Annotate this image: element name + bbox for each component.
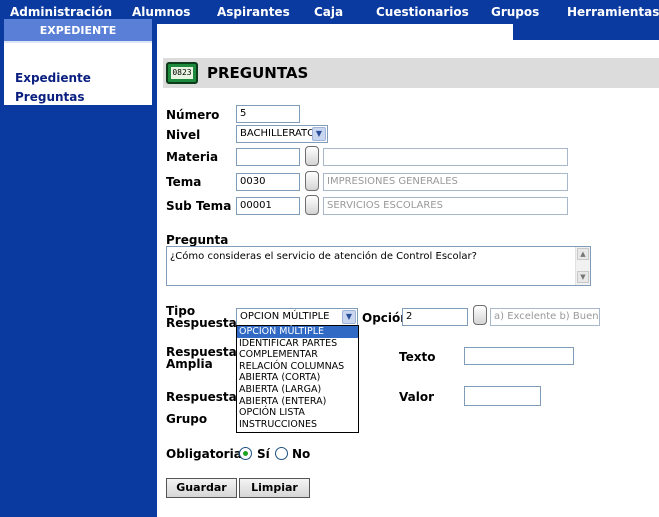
tema-description-field: IMPRESIONES GENERALES xyxy=(323,173,568,191)
scroll-up-icon[interactable]: ▲ xyxy=(577,248,589,260)
tipo-respuesta-select[interactable]: OPCION MÚLTIPLE ▼ xyxy=(236,308,358,326)
nav-caja[interactable]: Caja xyxy=(314,5,343,19)
clear-button[interactable]: Limpiar xyxy=(239,478,310,498)
numero-label: Número xyxy=(166,108,220,122)
opcion-input[interactable]: 2 xyxy=(402,308,468,326)
obligatoria-label: Obligatoria xyxy=(166,447,242,461)
nivel-label: Nivel xyxy=(166,128,201,142)
subtema-lookup-button[interactable] xyxy=(305,195,319,215)
page-title: PREGUNTAS xyxy=(207,64,309,82)
tema-label: Tema xyxy=(166,175,202,189)
opcion-lookup-button[interactable] xyxy=(473,305,487,325)
dropdown-option[interactable]: OPCIÓN LISTA xyxy=(237,407,358,419)
materia-code-input[interactable] xyxy=(236,148,300,166)
sidebar-link-expediente[interactable]: Expediente xyxy=(15,71,91,85)
dropdown-option[interactable]: COMPLEMENTAR xyxy=(237,349,358,361)
subtema-code-input[interactable]: 00001 xyxy=(236,197,300,215)
tipo-respuesta-dropdown: OPCION MÚLTIPLE IDENTIFICAR PARTES COMPL… xyxy=(236,325,359,433)
texto-input[interactable] xyxy=(464,347,574,365)
pregunta-textarea[interactable]: ¿Cómo consideras el servicio de atención… xyxy=(166,246,591,286)
nivel-select-value: BACHILLERATO xyxy=(240,128,316,139)
tipo-respuesta-value: OPCION MÚLTIPLE xyxy=(240,311,330,322)
obligatoria-no-label: No xyxy=(292,447,311,461)
obligatoria-yes-radio[interactable] xyxy=(239,447,252,460)
pregunta-label: Pregunta xyxy=(166,233,229,247)
dropdown-option[interactable]: ABIERTA (ENTERA) xyxy=(237,396,358,408)
nav-administracion[interactable]: Administración xyxy=(10,5,112,19)
grupo-label: Grupo xyxy=(166,412,208,426)
dropdown-option[interactable]: RELACIÓN COLUMNAS xyxy=(237,361,358,373)
chevron-down-icon[interactable]: ▼ xyxy=(312,127,326,141)
tema-lookup-button[interactable] xyxy=(305,171,319,191)
scroll-down-icon[interactable]: ▼ xyxy=(577,271,589,283)
respuesta-type-label: Respuesta xyxy=(166,316,237,330)
dropdown-option[interactable]: ABIERTA (LARGA) xyxy=(237,384,358,396)
amplia-label: Amplia xyxy=(166,357,213,371)
pregunta-text: ¿Cómo consideras el servicio de atención… xyxy=(170,251,477,262)
subtema-description-field: SERVICIOS ESCOLARES xyxy=(323,197,568,215)
dropdown-option[interactable]: OPCION MÚLTIPLE xyxy=(237,326,358,338)
respuesta-label: Respuesta xyxy=(166,390,237,404)
chevron-down-icon[interactable]: ▼ xyxy=(342,310,356,324)
dropdown-option[interactable]: INSTRUCCIONES xyxy=(237,419,358,431)
dropdown-option[interactable]: ABIERTA (CORTA) xyxy=(237,372,358,384)
materia-label: Materia xyxy=(166,150,219,164)
numero-input[interactable]: 5 xyxy=(236,105,300,123)
materia-description-field xyxy=(323,148,568,166)
sidebar-link-preguntas[interactable]: Preguntas xyxy=(15,90,85,104)
obligatoria-no-radio[interactable] xyxy=(275,447,288,460)
dropdown-option[interactable]: IDENTIFICAR PARTES xyxy=(237,338,358,350)
tema-code-input[interactable]: 0030 xyxy=(236,173,300,191)
nivel-select[interactable]: BACHILLERATO ▼ xyxy=(236,125,328,143)
nav-aspirantes[interactable]: Aspirantes xyxy=(217,5,290,19)
textarea-scrollbar[interactable]: ▲ ▼ xyxy=(575,247,590,285)
valor-label: Valor xyxy=(399,390,435,404)
save-button[interactable]: Guardar xyxy=(166,478,237,498)
texto-label: Texto xyxy=(399,350,436,364)
subtema-label: Sub Tema xyxy=(166,199,232,213)
valor-input[interactable] xyxy=(464,386,541,406)
sidebar-header: EXPEDIENTE xyxy=(4,19,152,43)
nav-herramientas[interactable]: Herramientas xyxy=(567,5,659,19)
obligatoria-yes-label: Sí xyxy=(257,447,270,461)
calculator-screen: 0823 xyxy=(171,67,193,79)
calculator-icon: 0823 xyxy=(166,62,198,84)
nav-cuestionarios[interactable]: Cuestionarios xyxy=(376,5,469,19)
materia-lookup-button[interactable] xyxy=(305,146,319,166)
nav-alumnos[interactable]: Alumnos xyxy=(132,5,190,19)
nav-submenu-strip xyxy=(513,24,659,40)
nav-grupos[interactable]: Grupos xyxy=(491,5,539,19)
opcion-description-field: a) Excelente b) Bueno c xyxy=(490,308,600,326)
